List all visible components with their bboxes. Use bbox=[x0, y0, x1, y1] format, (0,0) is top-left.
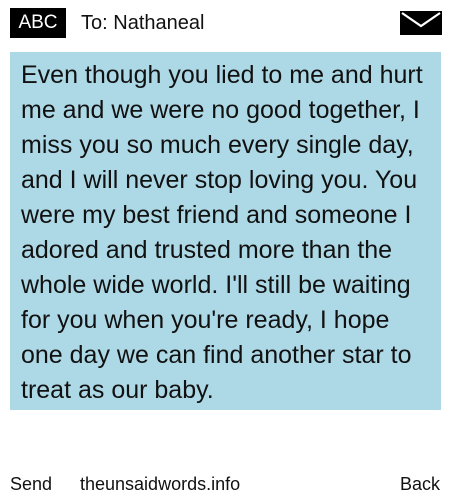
recipient-name: Nathaneal bbox=[113, 12, 205, 34]
to-label: To: bbox=[81, 12, 108, 34]
envelope-icon bbox=[400, 11, 442, 35]
recipient-line: To: Nathaneal bbox=[81, 8, 204, 38]
message-body[interactable]: Even though you lied to me and hurt me a… bbox=[21, 58, 437, 408]
send-softkey[interactable]: Send bbox=[10, 473, 52, 495]
input-mode-badge: ABC bbox=[10, 8, 66, 38]
back-softkey[interactable]: Back bbox=[400, 473, 440, 495]
site-watermark: theunsaidwords.info bbox=[80, 474, 241, 494]
